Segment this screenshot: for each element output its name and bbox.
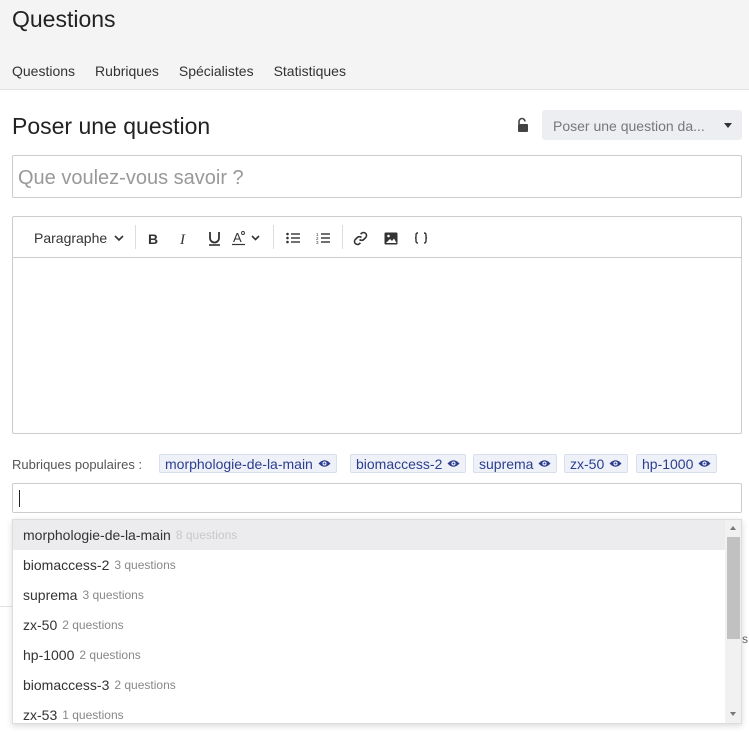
numbered-list-icon[interactable]: 123 [315,228,331,248]
suggestion-count: 8 questions [175,528,238,542]
caret-down-icon [724,123,732,128]
space-select[interactable]: Poser une question da... [542,110,742,140]
eye-icon[interactable] [609,459,622,468]
suggestion-item[interactable]: hp-1000 2 questions [13,640,727,670]
tag-label: zx-50 [570,455,605,472]
suggestion-name: zx-53 [23,707,58,723]
suggestion-name: biomaccess-2 [23,557,110,573]
toolbar-divider [342,225,343,249]
scroll-up-arrow-icon[interactable] [730,526,736,530]
scroll-down-arrow-icon[interactable] [730,712,736,716]
suggestion-count: 1 questions [62,708,124,722]
eye-icon[interactable] [447,459,460,468]
underline-icon[interactable] [206,228,222,248]
nav-questions[interactable]: Questions [12,63,75,79]
suggestion-count: 3 questions [114,558,176,572]
dropdown-scrollbar[interactable] [725,520,741,723]
editor-toolbar: Paragraphe B I A 123 [13,217,741,258]
question-title-placeholder: Que voulez-vous savoir ? [18,167,244,189]
tag-label: suprema [479,455,534,472]
tag-label: morphologie-de-la-main [165,455,313,472]
popular-tag-morphologie[interactable]: morphologie-de-la-main [159,454,337,473]
suggestion-item[interactable]: biomaccess-3 2 questions [13,670,727,700]
code-block-icon[interactable] [413,228,429,248]
tag-label: biomaccess-2 [356,455,443,472]
svg-text:3: 3 [316,240,319,244]
svg-text:I: I [179,232,186,245]
ask-question-title: Poser une question [12,113,211,139]
text-cursor [19,490,20,507]
unlock-icon[interactable] [516,117,530,133]
text-style-icon[interactable]: A [232,228,262,248]
italic-icon[interactable]: I [176,228,192,248]
popular-tag-suprema[interactable]: suprema [473,454,558,473]
bullet-list-icon[interactable] [285,228,301,248]
suggestion-item[interactable]: zx-50 2 questions [13,610,727,640]
suggestion-item[interactable]: suprema 3 questions [13,580,727,610]
popular-tags-label: Rubriques populaires : [12,456,143,472]
rich-text-editor[interactable]: Paragraphe B I A 123 [12,216,742,434]
suggestion-count: 3 questions [82,588,144,602]
eye-icon[interactable] [318,459,331,468]
nav-statistiques[interactable]: Statistiques [274,63,346,79]
suggestion-name: morphologie-de-la-main [23,527,171,543]
suggestion-item[interactable]: biomaccess-2 3 questions [13,550,727,580]
page-header: Questions Questions Rubriques Spécialist… [0,0,749,90]
chevron-down-icon [114,235,124,242]
page-title: Questions [12,6,116,32]
nav-specialistes[interactable]: Spécialistes [179,63,254,79]
svg-text:A: A [233,230,242,245]
popular-tag-zx-50[interactable]: zx-50 [564,454,629,473]
suggestion-name: biomaccess-3 [23,677,110,693]
suggestion-count: 2 questions [62,618,124,632]
paragraph-label: Paragraphe [34,230,108,246]
image-icon[interactable] [383,228,399,248]
toolbar-divider [273,225,274,249]
scrollbar-thumb[interactable] [727,537,740,639]
space-select-label: Poser une question da... [553,118,705,134]
eye-icon[interactable] [698,459,711,468]
divider [0,606,12,607]
question-title-input[interactable]: Que voulez-vous savoir ? [12,155,742,198]
suggestion-item[interactable]: zx-53 1 questions [13,700,727,723]
svg-text:B: B [148,232,158,245]
suggestion-name: suprema [23,587,78,603]
main-nav: Questions Rubriques Spécialistes Statist… [12,63,346,79]
tag-suggestions-dropdown: morphologie-de-la-main 8 questions bioma… [12,519,742,724]
link-icon[interactable] [352,228,368,248]
bold-icon[interactable]: B [145,228,161,248]
popular-tag-biomaccess-2[interactable]: biomaccess-2 [350,454,467,473]
suggestion-name: zx-50 [23,617,58,633]
eye-icon[interactable] [538,459,551,468]
tag-search-input[interactable] [12,483,742,513]
suggestion-count: 2 questions [114,678,176,692]
clipped-text: s [742,632,748,646]
popular-tag-hp-1000[interactable]: hp-1000 [636,454,718,473]
suggestion-count: 2 questions [79,648,141,662]
nav-rubriques[interactable]: Rubriques [95,63,159,79]
tag-label: hp-1000 [642,455,694,472]
paragraph-dropdown[interactable]: Paragraphe [34,228,124,248]
suggestion-name: hp-1000 [23,647,75,663]
toolbar-divider [135,225,136,249]
suggestion-item[interactable]: morphologie-de-la-main 8 questions [13,520,727,550]
editor-content-area[interactable] [13,258,741,433]
